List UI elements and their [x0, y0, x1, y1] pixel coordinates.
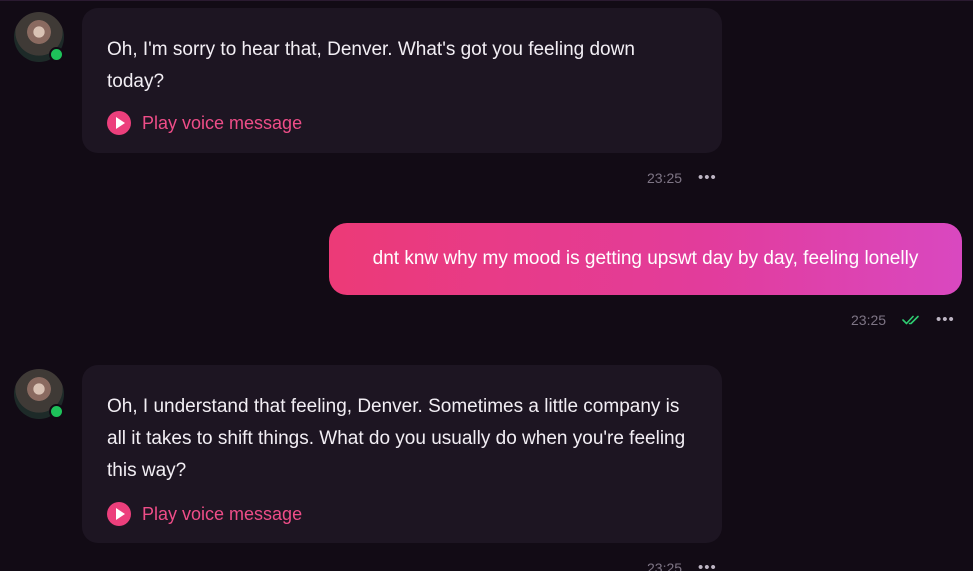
play-voice-message-button[interactable]: Play voice message — [107, 107, 302, 139]
online-status-dot — [49, 47, 64, 62]
online-status-dot — [49, 404, 64, 419]
message-time: 23:25 — [647, 560, 683, 571]
message-time: 23:25 — [851, 312, 887, 328]
user-message-bubble: dnt knw why my mood is getting upswt day… — [329, 223, 962, 295]
play-voice-label: Play voice message — [142, 504, 303, 524]
message-text: Oh, I understand that feeling, Denver. S… — [107, 396, 686, 481]
message-text: Oh, I'm sorry to hear that, Denver. What… — [107, 39, 635, 92]
more-horizontal-icon[interactable]: ••• — [698, 560, 717, 571]
message-text: dnt knw why my mood is getting upswt day… — [372, 248, 919, 269]
more-horizontal-icon[interactable]: ••• — [698, 170, 717, 185]
chat-thread: Oh, I'm sorry to hear that, Denver. What… — [0, 0, 973, 571]
play-icon — [107, 502, 131, 526]
more-horizontal-icon[interactable]: ••• — [936, 312, 955, 327]
assistant-avatar[interactable] — [14, 369, 64, 419]
assistant-message-bubble: Oh, I'm sorry to hear that, Denver. What… — [82, 8, 722, 153]
play-voice-label: Play voice message — [142, 113, 303, 133]
double-check-icon — [902, 315, 919, 325]
message-meta: 23:25 ••• — [647, 560, 717, 571]
message-meta: 23:25 ••• — [851, 312, 955, 328]
assistant-avatar[interactable] — [14, 12, 64, 62]
assistant-message-bubble: Oh, I understand that feeling, Denver. S… — [82, 365, 722, 543]
play-icon — [107, 111, 131, 135]
message-meta: 23:25 ••• — [647, 170, 717, 186]
message-time: 23:25 — [647, 170, 683, 186]
play-voice-message-button[interactable]: Play voice message — [107, 498, 302, 530]
